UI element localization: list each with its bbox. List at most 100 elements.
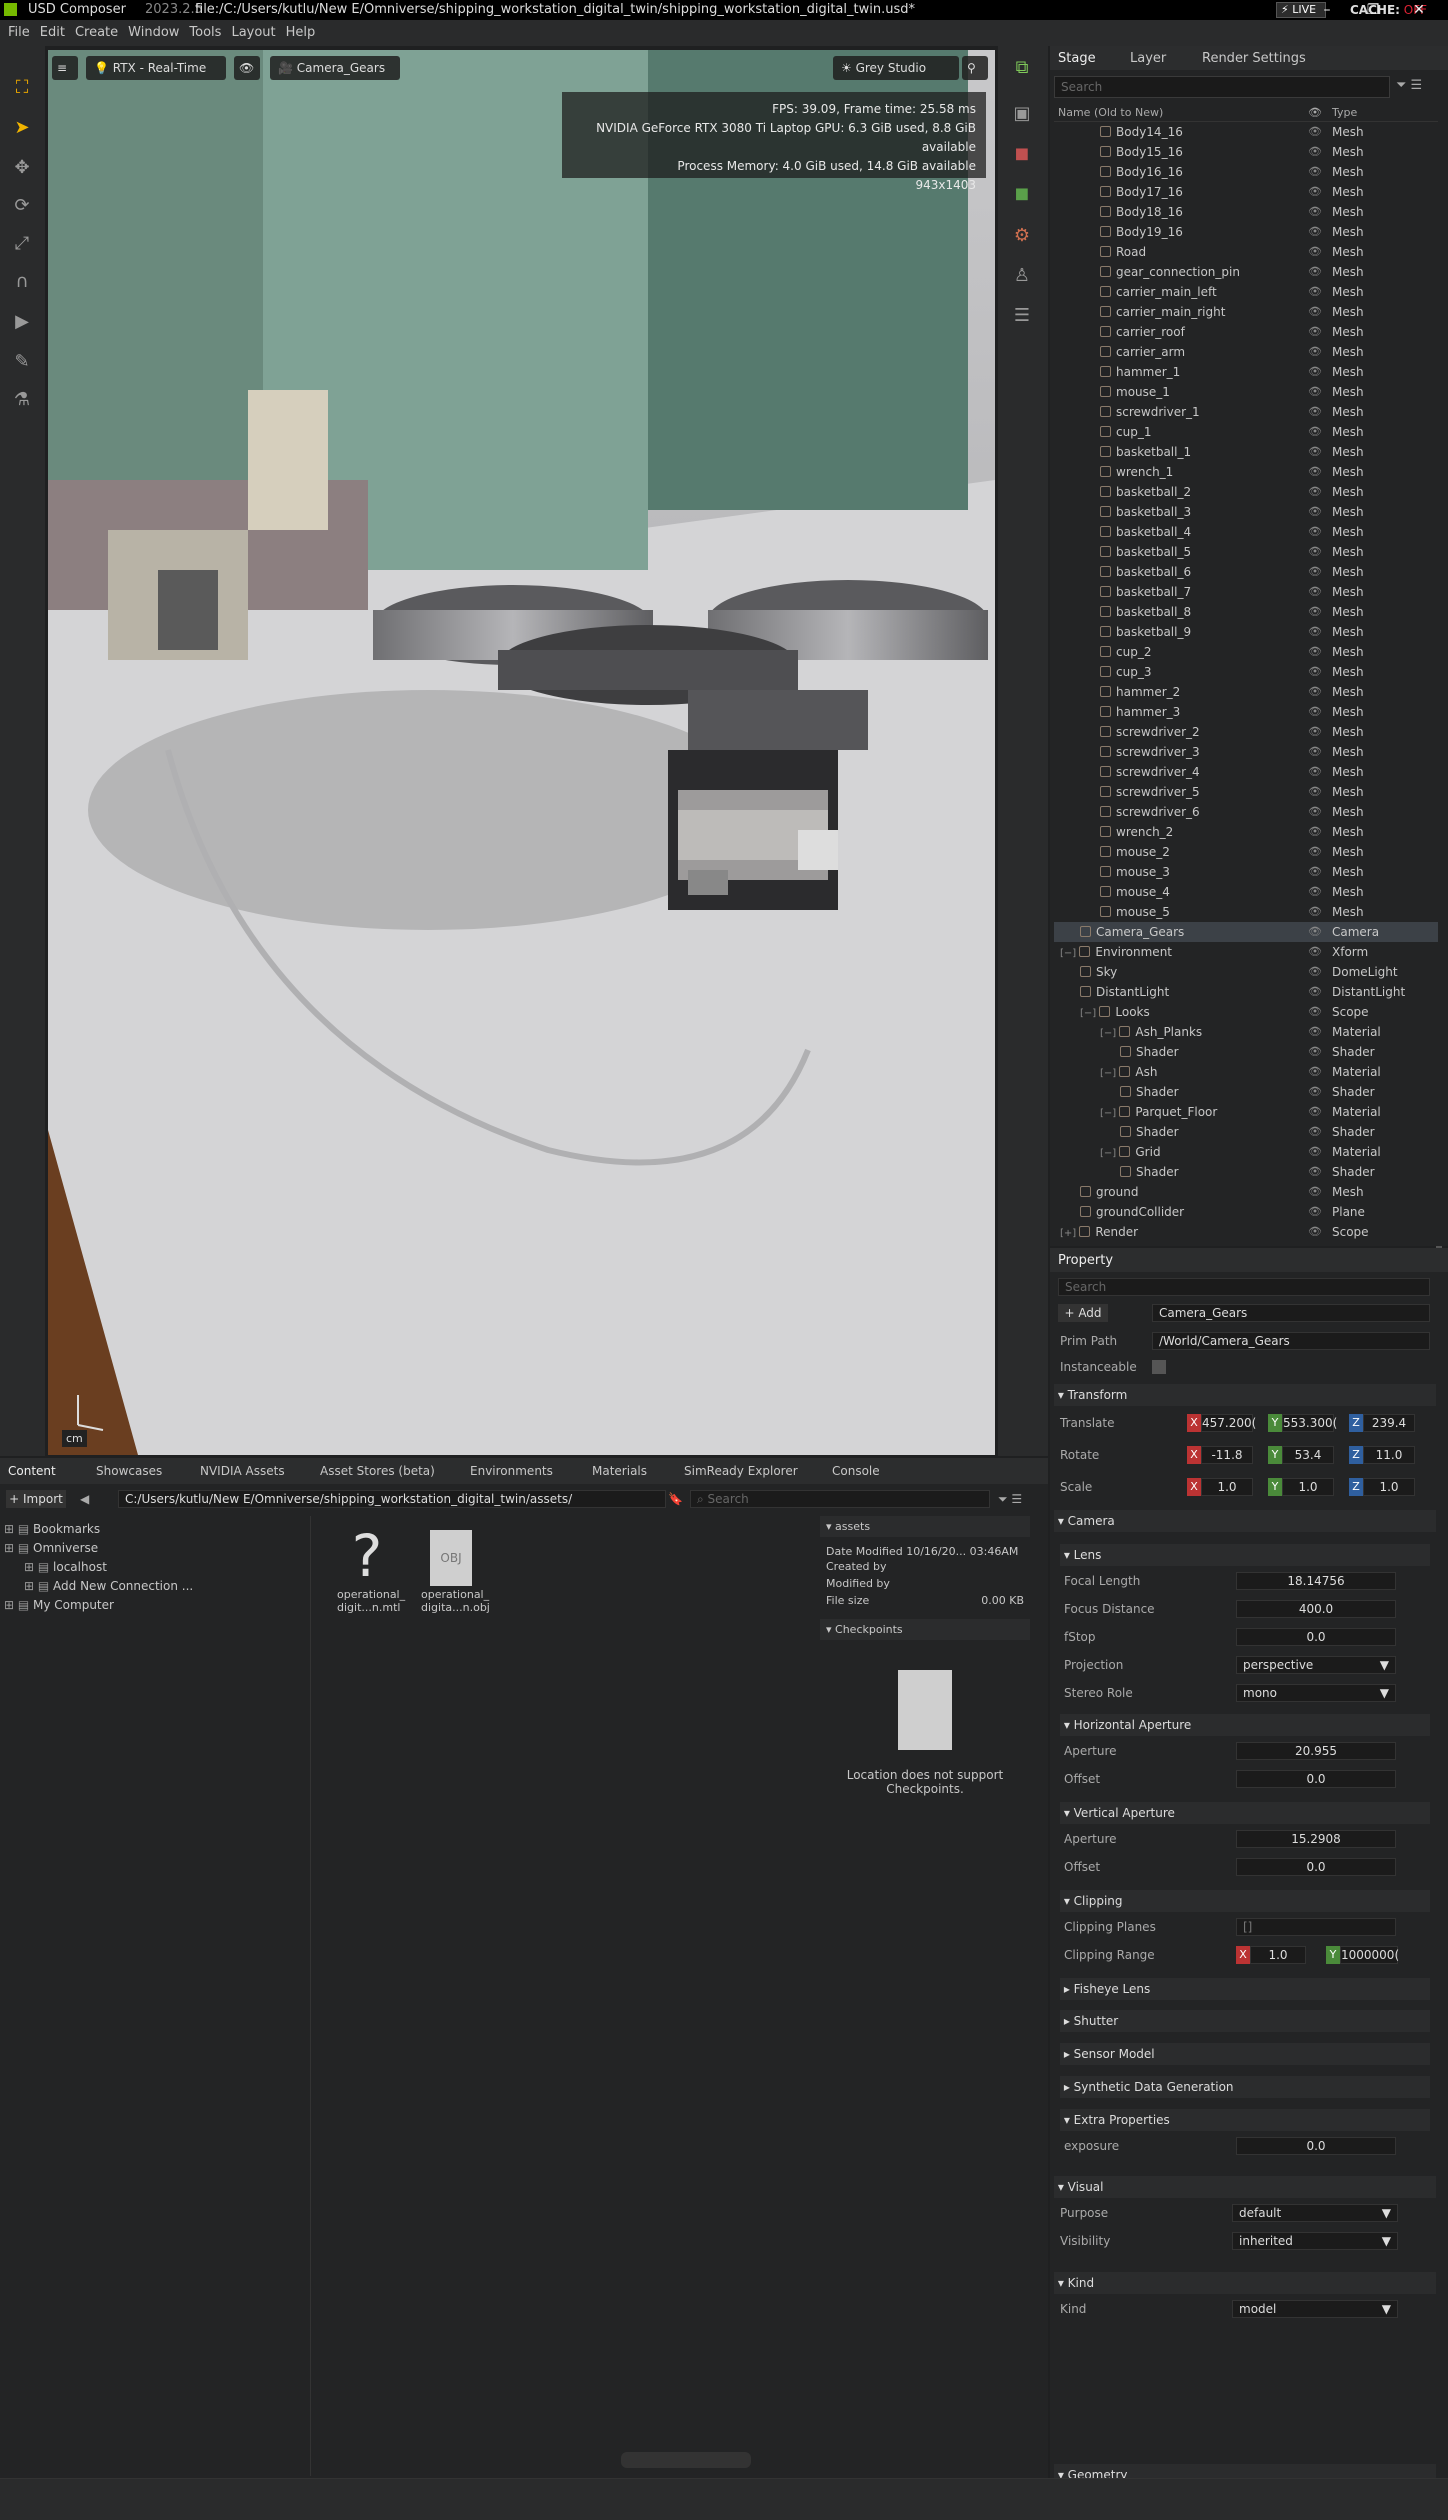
visibility-eye-icon[interactable]: 👁 — [1308, 662, 1322, 682]
stage-row[interactable]: mouse_3 👁 Mesh — [1054, 862, 1438, 882]
scale-y[interactable]: 1.0 — [1282, 1478, 1334, 1496]
visibility-eye-icon[interactable]: 👁 — [234, 56, 260, 80]
red-cube-icon[interactable]: ◼ — [1010, 142, 1034, 166]
visibility-eye-icon[interactable]: 👁 — [1308, 222, 1322, 242]
visibility-eye-icon[interactable]: 👁 — [1308, 562, 1322, 582]
green-cube-icon[interactable]: ◼ — [1010, 182, 1034, 206]
stereo-select[interactable]: mono ▼ — [1236, 1684, 1396, 1702]
stage-row[interactable]: groundCollider 👁 Plane — [1054, 1202, 1438, 1222]
visibility-eye-icon[interactable]: 👁 — [1308, 782, 1322, 802]
prim-path-field[interactable]: /World/Camera_Gears — [1152, 1332, 1430, 1350]
tab-materials[interactable]: Materials — [592, 1464, 647, 1478]
visibility-eye-icon[interactable]: 👁 — [1308, 1142, 1322, 1162]
file-item[interactable]: ? operational_ digit...n.mtl — [337, 1524, 405, 1614]
visibility-eye-icon[interactable]: 👁 — [1308, 262, 1322, 282]
visibility-eye-icon[interactable]: 👁 — [1308, 702, 1322, 722]
visibility-eye-icon[interactable]: 👁 — [1308, 282, 1322, 302]
expander-icon[interactable]: [−] — [1100, 1148, 1119, 1159]
stage-row[interactable]: Road 👁 Mesh — [1054, 242, 1438, 262]
visibility-eye-icon[interactable]: 👁 — [1308, 1202, 1322, 1222]
visibility-eye-icon[interactable]: 👁 — [1308, 1082, 1322, 1102]
rotate-x[interactable]: -11.8 — [1201, 1446, 1253, 1464]
stage-row[interactable]: Body19_16 👁 Mesh — [1054, 222, 1438, 242]
stage-row[interactable]: basketball_4 👁 Mesh — [1054, 522, 1438, 542]
stage-row[interactable]: ground 👁 Mesh — [1054, 1182, 1438, 1202]
instanceable-checkbox[interactable] — [1152, 1360, 1166, 1374]
stage-row[interactable]: screwdriver_1 👁 Mesh — [1054, 402, 1438, 422]
fstop-field[interactable]: 0.0 — [1236, 1628, 1396, 1646]
stage-row[interactable]: screwdriver_6 👁 Mesh — [1054, 802, 1438, 822]
stage-row[interactable]: [−] Ash 👁 Material — [1054, 1062, 1438, 1082]
stage-row[interactable]: cup_2 👁 Mesh — [1054, 642, 1438, 662]
stage-row[interactable]: Body18_16 👁 Mesh — [1054, 202, 1438, 222]
stage-row[interactable]: mouse_2 👁 Mesh — [1054, 842, 1438, 862]
stage-row[interactable]: Shader 👁 Shader — [1054, 1082, 1438, 1102]
visibility-eye-icon[interactable]: 👁 — [1308, 162, 1322, 182]
menu-file[interactable]: File — [0, 20, 32, 40]
path-input[interactable]: C:/Users/kutlu/New E/Omniverse/shipping_… — [118, 1490, 666, 1508]
stage-row[interactable]: DistantLight 👁 DistantLight — [1054, 982, 1438, 1002]
stage-row[interactable]: mouse_5 👁 Mesh — [1054, 902, 1438, 922]
close-icon[interactable]: ✕ — [1404, 0, 1434, 20]
restore-icon[interactable]: ❐ — [1358, 0, 1388, 20]
visibility-eye-icon[interactable]: 👁 — [1308, 182, 1322, 202]
stage-row[interactable]: basketball_2 👁 Mesh — [1054, 482, 1438, 502]
tree-item[interactable]: ⊞ ▤ Add New Connection ... — [24, 1577, 193, 1595]
kind-select[interactable]: model ▼ — [1232, 2300, 1398, 2318]
select-mode-icon[interactable]: ⛶ — [10, 76, 34, 100]
visibility-eye-icon[interactable]: 👁 — [1308, 482, 1322, 502]
tab-nvidia-assets[interactable]: NVIDIA Assets — [200, 1464, 285, 1478]
visibility-eye-icon[interactable]: 👁 — [1308, 242, 1322, 262]
purpose-select[interactable]: default ▼ — [1232, 2204, 1398, 2222]
back-arrow-icon[interactable]: ◀ — [80, 1492, 89, 1506]
visibility-eye-icon[interactable]: 👁 — [1308, 582, 1322, 602]
tab-render-settings[interactable]: Render Settings — [1202, 51, 1306, 66]
visibility-eye-icon[interactable]: 👁 — [1308, 642, 1322, 662]
visibility-select[interactable]: inherited ▼ — [1232, 2232, 1398, 2250]
visibility-eye-icon[interactable]: 👁 — [1308, 602, 1322, 622]
visibility-eye-icon[interactable]: 👁 — [1308, 722, 1322, 742]
physics-icon[interactable]: ⚗ — [10, 388, 34, 412]
visibility-eye-icon[interactable]: 👁 — [1308, 1162, 1322, 1182]
expander-icon[interactable]: [−] — [1060, 948, 1079, 959]
visibility-eye-icon[interactable]: 👁 — [1308, 322, 1322, 342]
stage-row[interactable]: Shader 👁 Shader — [1054, 1042, 1438, 1062]
stage-row[interactable]: [−] Parquet_Floor 👁 Material — [1054, 1102, 1438, 1122]
stage-row[interactable]: basketball_3 👁 Mesh — [1054, 502, 1438, 522]
visibility-eye-icon[interactable]: 👁 — [1308, 442, 1322, 462]
rotate-icon[interactable]: ⟳ — [10, 194, 34, 218]
v-aperture-field[interactable]: 15.2908 — [1236, 1830, 1396, 1848]
rotate-z[interactable]: 11.0 — [1363, 1446, 1415, 1464]
translate-y[interactable]: 553.300( — [1282, 1414, 1337, 1432]
lens-header[interactable]: ▾ Lens — [1060, 1544, 1430, 1566]
sliders-icon[interactable]: ☰ — [1010, 304, 1034, 328]
paint-icon[interactable]: ✎ — [10, 350, 34, 374]
stage-row[interactable]: [−] Grid 👁 Material — [1054, 1142, 1438, 1162]
visibility-eye-icon[interactable]: 👁 — [1308, 382, 1322, 402]
tree-item[interactable]: ⊞ ▤ Bookmarks — [4, 1520, 100, 1538]
filter-icon[interactable]: ⏷ ☰ — [1396, 78, 1422, 93]
menu-layout[interactable]: Layout — [223, 20, 277, 40]
focus-distance-field[interactable]: 400.0 — [1236, 1600, 1396, 1618]
visibility-eye-icon[interactable]: 👁 — [1308, 202, 1322, 222]
camera-button[interactable]: 🎥 Camera_Gears — [270, 56, 400, 80]
prim-name-field[interactable]: Camera_Gears — [1152, 1304, 1430, 1322]
snap-icon[interactable]: ∩ — [10, 270, 34, 294]
play-icon[interactable]: ▶ — [10, 310, 34, 334]
visibility-eye-icon[interactable]: 👁 — [1308, 862, 1322, 882]
visual-header[interactable]: ▾ Visual — [1054, 2176, 1436, 2198]
expander-icon[interactable]: [−] — [1100, 1068, 1119, 1079]
rotate-y[interactable]: 53.4 — [1282, 1446, 1334, 1464]
tab-console[interactable]: Console — [832, 1464, 880, 1478]
stage-row[interactable]: screwdriver_2 👁 Mesh — [1054, 722, 1438, 742]
visibility-eye-icon[interactable]: 👁 — [1308, 1182, 1322, 1202]
renderer-button[interactable]: 💡 RTX - Real-Time — [86, 56, 226, 80]
stage-row[interactable]: Body14_16 👁 Mesh — [1054, 122, 1438, 142]
stage-row[interactable]: basketball_5 👁 Mesh — [1054, 542, 1438, 562]
stage-row[interactable]: carrier_arm 👁 Mesh — [1054, 342, 1438, 362]
stage-search-input[interactable]: Search — [1054, 76, 1390, 98]
minimize-icon[interactable]: – — [1312, 0, 1342, 20]
checkpoints-header[interactable]: ▾ Checkpoints — [820, 1619, 1030, 1640]
figure-icon[interactable]: ♙ — [1010, 264, 1034, 288]
stage-row[interactable]: Body15_16 👁 Mesh — [1054, 142, 1438, 162]
